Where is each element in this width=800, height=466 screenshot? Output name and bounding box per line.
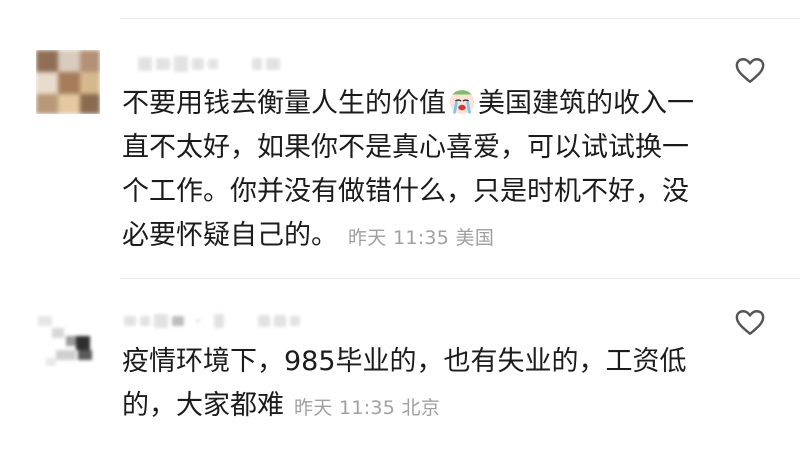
comment-time: 昨天 11:35	[348, 227, 450, 249]
comment-text-line: 疫情环境下，985毕业的，也有失业的，工资低	[122, 346, 687, 377]
crying-face-emoji	[449, 89, 475, 115]
comment-meta: 昨天 11:35 北京	[294, 397, 440, 419]
comment-text-line: 个工作。你并没有做错什么，只是时机不好，没	[122, 176, 689, 207]
avatar[interactable]	[36, 50, 100, 114]
heart-outline-icon	[735, 309, 765, 335]
comment-location: 北京	[401, 397, 441, 419]
like-button[interactable]	[733, 54, 767, 86]
comment-text: 不要用钱去衡量人生的价值 美国建筑的收入一 直不太好，如果你不是真心喜爱，可以试…	[122, 82, 712, 260]
comment-text-line: 不要用钱去衡量人生的价值	[122, 88, 446, 119]
comment-divider	[120, 278, 800, 279]
comment-text-line: 直不太好，如果你不是真心喜爱，可以试试换一	[122, 132, 689, 163]
comment-location: 美国	[455, 227, 495, 249]
comment-meta: 昨天 11:35 美国	[348, 227, 494, 249]
username-blurred[interactable]	[138, 56, 280, 72]
comment-time: 昨天 11:35	[294, 397, 396, 419]
comment-text-line: 的，大家都难	[122, 390, 284, 421]
avatar[interactable]	[36, 308, 100, 372]
like-button[interactable]	[733, 306, 767, 338]
heart-outline-icon	[735, 57, 765, 83]
comment-text: 疫情环境下，985毕业的，也有失业的，工资低 的，大家都难 昨天 11:35 北京	[122, 340, 712, 430]
username-blurred[interactable]	[124, 314, 300, 328]
comment-text-line: 美国建筑的收入一	[478, 88, 694, 119]
top-divider	[120, 18, 800, 19]
comment-text-line: 必要怀疑自己的。	[122, 220, 338, 251]
